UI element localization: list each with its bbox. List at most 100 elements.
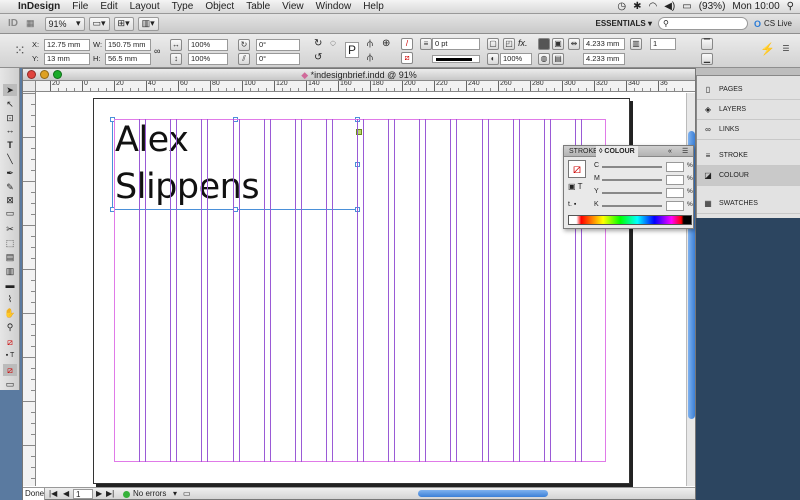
free-transform-tool-icon[interactable]: ⬚	[3, 237, 17, 249]
wrap-jump-icon[interactable]: ▤	[552, 53, 564, 65]
rectangle-frame-tool-icon[interactable]: ⊠	[3, 194, 17, 206]
preflight-status[interactable]: No errors	[133, 488, 166, 500]
zoom-tool-icon[interactable]: ⚲	[3, 321, 17, 333]
menu-layout[interactable]: Layout	[124, 1, 166, 12]
selection-tool-icon[interactable]: ➤	[3, 84, 17, 96]
scissors-tool-icon[interactable]: ✂	[3, 223, 17, 235]
fill-stroke-swatch-icon[interactable]: ⧄	[3, 336, 17, 348]
wrap-none-icon[interactable]	[538, 38, 550, 50]
wrap-shape-icon[interactable]: ◍	[538, 53, 550, 65]
open-page-icon[interactable]: ▭	[183, 488, 191, 500]
screen-mode-icon[interactable]: ▭	[3, 378, 17, 390]
flip-horizontal-icon[interactable]: ⫛	[367, 38, 373, 49]
h-field[interactable]: 56.5 mm	[105, 53, 151, 65]
colour-spectrum[interactable]	[568, 215, 692, 225]
type-tool-icon[interactable]: T	[3, 139, 17, 151]
horizontal-ruler[interactable]: 20 0 20 40 60 80 100 120 140 160 180 200 220 240 260 28…	[36, 81, 695, 92]
close-window-icon[interactable]	[27, 70, 36, 79]
menu-view[interactable]: View	[276, 1, 310, 12]
volume-icon[interactable]: ◀)	[664, 1, 675, 12]
rotate-field[interactable]: 0°	[256, 39, 300, 51]
minimize-window-icon[interactable]	[40, 70, 49, 79]
stroke-type-select[interactable]	[432, 55, 480, 63]
quick-apply-icon[interactable]: ⚡	[760, 43, 775, 56]
dock-item-links[interactable]: ∞ LINKS	[697, 120, 800, 140]
stroke-swatch[interactable]: ⧄	[401, 52, 413, 64]
note-tool-icon[interactable]: ▬	[3, 279, 17, 291]
yellow-slider[interactable]	[602, 192, 662, 194]
columns-field[interactable]: 1	[650, 38, 676, 50]
scale-x-field[interactable]: 100%	[188, 39, 228, 51]
control-menu-icon[interactable]: ☰	[780, 44, 792, 56]
page-number-field[interactable]: 1	[73, 489, 93, 499]
arrange-documents-button[interactable]: ▥▾	[137, 16, 159, 31]
screen-mode-button[interactable]: ⊞▾	[113, 16, 134, 31]
paragraph-icon[interactable]: P	[345, 42, 360, 58]
first-page-icon[interactable]: |◀	[49, 488, 57, 500]
rotate-ccw-icon[interactable]: ↺	[314, 52, 322, 63]
effects-icon[interactable]: fx.	[518, 38, 528, 48]
gradient-feather-tool-icon[interactable]: ▥	[3, 265, 17, 277]
menu-help[interactable]: Help	[357, 1, 390, 12]
horizontal-scroll-thumb[interactable]	[418, 490, 548, 497]
magenta-slider[interactable]	[602, 179, 662, 181]
menu-edit[interactable]: Edit	[94, 1, 123, 12]
next-page-icon[interactable]: ▶	[96, 488, 102, 500]
dock-item-pages[interactable]: ▯ PAGES	[697, 80, 800, 100]
colour-fill-stroke-icon[interactable]: ⧄	[568, 160, 586, 178]
menu-object[interactable]: Object	[199, 1, 240, 12]
gap-tool-icon[interactable]: ↔	[3, 124, 17, 136]
gradient-tool-icon[interactable]: ▤	[3, 251, 17, 263]
last-page-icon[interactable]: ▶|	[106, 488, 114, 500]
fill-swatch[interactable]: /	[401, 38, 413, 50]
ruler-origin[interactable]	[23, 81, 36, 92]
line-tool-icon[interactable]: ╲	[3, 153, 17, 165]
formatting-container-icon[interactable]: ▣ T	[568, 182, 583, 191]
tab-colour[interactable]: ◊ COLOUR	[596, 146, 638, 157]
drop-shadow-icon[interactable]: ▢	[487, 38, 499, 50]
yellow-value[interactable]	[666, 188, 684, 198]
menu-file[interactable]: File	[66, 1, 94, 12]
vertical-ruler[interactable]	[23, 81, 36, 486]
w-field[interactable]: 150.75 mm	[105, 39, 151, 51]
rectangle-tool-icon[interactable]: ▭	[3, 207, 17, 219]
search-field[interactable]: ⚲	[657, 17, 748, 30]
rotate-cw-icon[interactable]: ↻	[314, 38, 322, 49]
y-field[interactable]: 13 mm	[44, 53, 90, 65]
view-options-button[interactable]: ▭▾	[88, 16, 110, 31]
timemachine-icon[interactable]: ◷	[617, 1, 626, 12]
align-bottom-icon[interactable]: ▁	[701, 53, 713, 65]
distribute-icon[interactable]: ⊕	[382, 38, 390, 49]
eyedropper-tool-icon[interactable]: ⌇	[3, 293, 17, 305]
opacity-field[interactable]: 100%	[500, 53, 532, 65]
dock-item-stroke[interactable]: ≡ STROKE	[697, 146, 800, 166]
bridge-icon[interactable]: ▦	[26, 18, 35, 29]
corner-options-icon[interactable]: ◰	[503, 38, 515, 50]
gutter-field-2[interactable]: 4.233 mm	[583, 53, 625, 65]
menu-table[interactable]: Table	[240, 1, 276, 12]
scale-y-field[interactable]: 100%	[188, 53, 228, 65]
zoom-select[interactable]: 91% ▾	[44, 16, 85, 31]
menu-window[interactable]: Window	[310, 1, 358, 12]
app-menu[interactable]: InDesign	[12, 1, 66, 12]
dock-item-layers[interactable]: ◈ LAYERS	[697, 100, 800, 120]
panel-menu-icon[interactable]: ☰	[682, 146, 688, 157]
apply-none-icon[interactable]: ⧄	[3, 364, 17, 376]
cslive-icon[interactable]: O	[754, 19, 761, 29]
clock[interactable]: Mon 10:00	[732, 1, 779, 12]
formatting-affects-icon[interactable]: ▪ T	[3, 350, 17, 362]
prev-page-icon[interactable]: ◀	[63, 488, 69, 500]
black-slider[interactable]	[602, 205, 662, 207]
dock-item-colour[interactable]: ◪ COLOUR	[697, 166, 800, 186]
shear-field[interactable]: 0°	[256, 53, 300, 65]
spotlight-icon[interactable]: ⚲	[787, 1, 794, 12]
wifi-icon[interactable]: ◠	[649, 1, 658, 12]
pencil-tool-icon[interactable]: ✎	[3, 181, 17, 193]
flip-vertical-icon[interactable]: ⫛	[367, 52, 373, 63]
direct-selection-tool-icon[interactable]: ↖	[3, 98, 17, 110]
align-top-icon[interactable]: ▔	[701, 38, 713, 50]
menu-type[interactable]: Type	[166, 1, 200, 12]
black-value[interactable]	[666, 201, 684, 211]
battery-icon[interactable]: ▭	[682, 1, 691, 12]
panel-collapse-icon[interactable]: «	[668, 146, 672, 157]
